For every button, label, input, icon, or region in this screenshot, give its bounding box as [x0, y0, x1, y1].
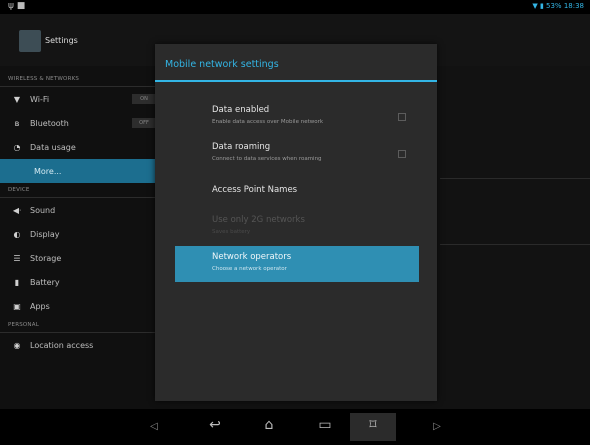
sidebar-item-label: Data usage: [30, 142, 76, 152]
sidebar-item-label: Storage: [30, 253, 62, 263]
battery-icon: ▮: [14, 277, 20, 287]
section-header-personal: PERSONAL: [0, 318, 170, 333]
sidebar-item-label: Display: [30, 229, 60, 239]
dialog-title: Mobile network settings: [155, 44, 437, 82]
sidebar-item-label: Apps: [30, 301, 50, 311]
storage-icon: ☰: [13, 253, 21, 263]
option-data-roaming[interactable]: Data roaming Connect to data services wh…: [175, 137, 419, 173]
app-title: Settings: [45, 36, 78, 45]
settings-sidebar: WIRELESS & NETWORKS ▼ Wi-Fi ON ʙ Bluetoo…: [0, 66, 170, 409]
settings-app-icon[interactable]: [19, 30, 41, 52]
data-roaming-checkbox[interactable]: [398, 150, 406, 158]
sidebar-item-label: Sound: [30, 205, 56, 215]
option-title: Use only 2G networks: [212, 215, 305, 225]
sidebar-item-data-usage[interactable]: ◔ Data usage: [0, 135, 170, 159]
section-header-device: DEVICE: [0, 183, 170, 198]
sidebar-item-bluetooth[interactable]: ʙ Bluetooth OFF: [0, 111, 170, 135]
sidebar-item-battery[interactable]: ▮ Battery: [0, 270, 170, 294]
option-title: Network operators: [212, 252, 292, 262]
screenshot-icon[interactable]: ⌑: [350, 413, 396, 441]
option-summary: Saves battery: [212, 229, 251, 235]
option-network-operators[interactable]: Network operators Choose a network opera…: [175, 246, 419, 282]
sidebar-item-label: More...: [34, 166, 62, 176]
status-bar: ψ ■ ▼ ▮ 53% 18:38: [0, 0, 590, 14]
apps-icon: ▣: [13, 301, 21, 311]
sidebar-item-wifi[interactable]: ▼ Wi-Fi ON: [0, 87, 170, 111]
option-use-only-2g: Use only 2G networks Saves battery: [175, 210, 419, 246]
volume-up-icon[interactable]: ▷: [424, 421, 450, 432]
home-icon[interactable]: ⌂: [256, 417, 282, 433]
notification-icons: ψ ■: [8, 1, 26, 11]
option-summary: Choose a network operator: [212, 266, 287, 272]
sidebar-item-label: Wi-Fi: [30, 94, 50, 104]
section-header-wireless: WIRELESS & NETWORKS: [0, 72, 170, 87]
data-enabled-checkbox[interactable]: [398, 113, 406, 121]
sidebar-item-label: Bluetooth: [30, 118, 69, 128]
option-summary: Connect to data services when roaming: [212, 156, 322, 162]
location-icon: ◉: [13, 340, 21, 350]
volume-down-icon[interactable]: ◁: [141, 421, 167, 432]
sidebar-item-label: Location access: [30, 340, 94, 350]
option-summary: Enable data access over Mobile network: [212, 119, 324, 125]
sidebar-item-apps[interactable]: ▣ Apps: [0, 294, 170, 318]
sidebar-item-storage[interactable]: ☰ Storage: [0, 246, 170, 270]
display-icon: ◐: [13, 229, 21, 239]
status-indicators: ▼ ▮ 53% 18:38: [532, 2, 584, 10]
wifi-icon: ▼: [13, 94, 21, 104]
sidebar-item-sound[interactable]: ◀ᐧ Sound: [0, 198, 170, 222]
option-title: Data enabled: [212, 105, 270, 115]
sidebar-item-more[interactable]: More...: [0, 159, 170, 183]
option-title: Access Point Names: [212, 185, 298, 195]
option-title: Data roaming: [212, 142, 271, 152]
divider: [440, 178, 590, 179]
sidebar-item-location[interactable]: ◉ Location access: [0, 333, 170, 357]
recent-apps-icon[interactable]: ▭: [312, 417, 338, 433]
wifi-toggle[interactable]: ON: [132, 94, 156, 104]
mobile-network-settings-dialog: Mobile network settings Data enabled Ena…: [155, 44, 437, 401]
data-usage-icon: ◔: [13, 142, 21, 152]
bluetooth-toggle[interactable]: OFF: [132, 118, 156, 128]
bluetooth-icon: ʙ: [14, 118, 20, 128]
option-access-point-names[interactable]: Access Point Names: [175, 174, 419, 208]
option-data-enabled[interactable]: Data enabled Enable data access over Mob…: [175, 100, 419, 136]
divider: [440, 244, 590, 245]
sidebar-item-label: Battery: [30, 277, 60, 287]
sidebar-item-display[interactable]: ◐ Display: [0, 222, 170, 246]
sound-icon: ◀ᐧ: [12, 205, 22, 215]
back-icon[interactable]: ↩: [202, 417, 228, 433]
navigation-bar: ◁ ↩ ⌂ ▭ ⌑ ▷: [0, 409, 590, 445]
